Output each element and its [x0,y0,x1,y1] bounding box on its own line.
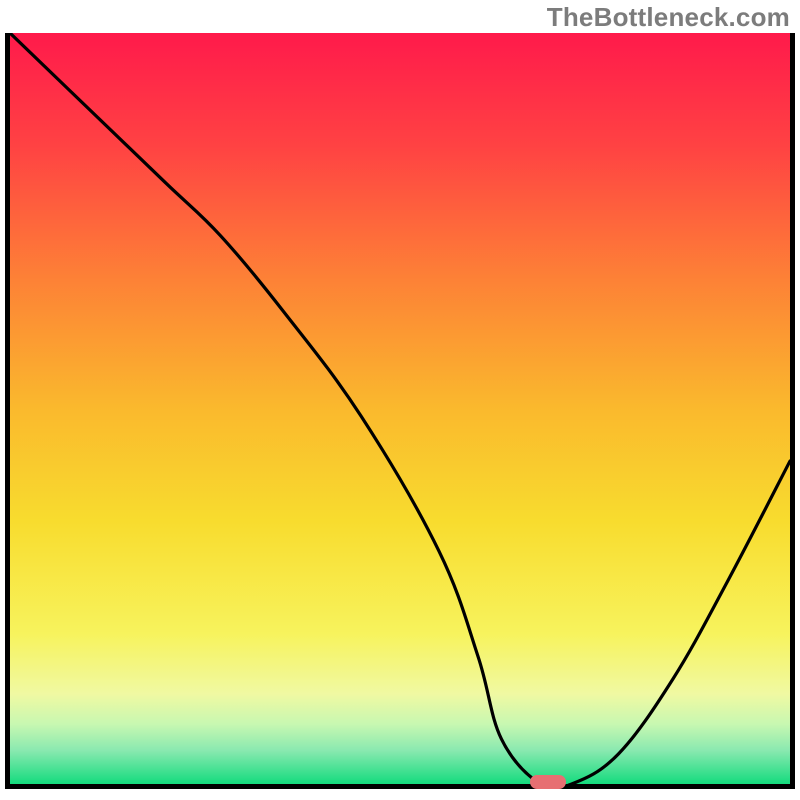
bottleneck-curve [10,33,790,784]
chart-container: TheBottleneck.com [0,0,800,800]
chart-curve-layer [10,33,790,784]
chart-frame [5,33,795,789]
watermark-text: TheBottleneck.com [547,2,790,33]
optimal-point-marker [530,775,566,789]
